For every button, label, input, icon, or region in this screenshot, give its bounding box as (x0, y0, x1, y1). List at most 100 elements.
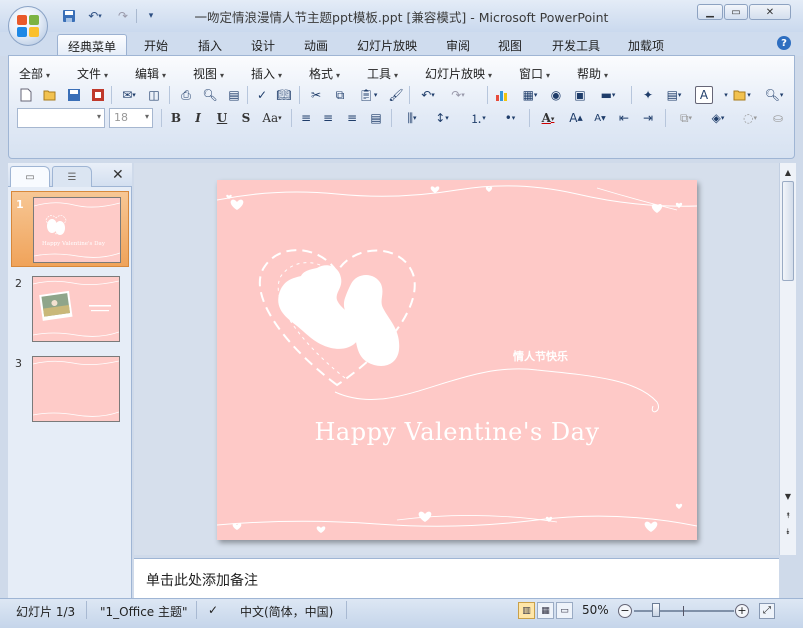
line-spacing-icon[interactable]: ↕ ▾ (429, 109, 455, 127)
font-size-combo[interactable]: 18 ▾ (109, 108, 153, 128)
underline-button[interactable]: U (213, 109, 231, 127)
copy-icon[interactable]: ⧉ (331, 86, 349, 104)
vertical-scrollbar[interactable]: ▲ ▼ ⯭ ⯯ (779, 163, 796, 555)
grow-font-icon[interactable]: A ▲ (567, 109, 585, 127)
language-indicator[interactable]: 中文(简体，中国) (240, 603, 333, 620)
tab-review[interactable]: 审阅 (436, 34, 480, 55)
maximize-button[interactable]: ▭ (724, 4, 748, 20)
slide-title[interactable]: Happy Valentine's Day (217, 418, 697, 446)
print-preview-icon[interactable]: 🔍︎ (201, 86, 219, 104)
menu-all[interactable]: 全部 ▾ (19, 65, 50, 82)
zoom-in-icon[interactable]: + (735, 604, 749, 618)
tab-developer[interactable]: 开发工具 (542, 34, 610, 55)
notes-pane[interactable]: 单击此处添加备注 (134, 558, 779, 598)
close-button[interactable]: ✕ (749, 4, 791, 20)
tab-slides[interactable]: ▭ (10, 166, 50, 187)
tab-design[interactable]: 设计 (241, 34, 285, 55)
change-case-button[interactable]: Aa ▾ (259, 109, 285, 127)
scroll-down-icon[interactable]: ▼ (781, 489, 795, 503)
columns-icon[interactable]: ⫼ ▾ (399, 109, 425, 127)
align-center-icon[interactable]: ≡ (319, 109, 337, 127)
office-button[interactable] (8, 6, 48, 46)
clip-art-icon[interactable]: ◉ (547, 86, 565, 104)
menu-format[interactable]: 格式 ▾ (309, 65, 340, 82)
fit-to-window-icon[interactable]: ⤢ (759, 603, 775, 619)
menu-slide-show[interactable]: 幻灯片放映 ▾ (425, 65, 492, 82)
font-name-combo[interactable]: ▾ (17, 108, 105, 128)
slide-sorter-icon[interactable]: ▦ (537, 602, 554, 619)
menu-edit[interactable]: 编辑 ▾ (135, 65, 166, 82)
menu-view[interactable]: 视图 ▾ (193, 65, 224, 82)
next-slide-icon[interactable]: ⯯ (781, 525, 795, 539)
tab-add-ins[interactable]: 加载项 (618, 34, 674, 55)
zoom-slider-thumb[interactable] (652, 603, 660, 617)
theme-name[interactable]: "1_Office 主题" (100, 603, 188, 620)
slide-thumbnail[interactable] (32, 356, 120, 422)
redo-icon[interactable]: ↷ ▾ (445, 86, 471, 104)
tab-outline[interactable]: ☰ (52, 166, 92, 187)
save-icon[interactable] (65, 86, 83, 104)
research-icon[interactable]: ◫ (145, 86, 163, 104)
folder-icon[interactable]: ▾ (729, 86, 755, 104)
print-icon[interactable]: ⎙ (177, 86, 195, 104)
shapes-icon[interactable]: ◈ ▾ (705, 109, 731, 127)
open-icon[interactable] (41, 86, 59, 104)
table-icon[interactable]: ▦ ▾ (517, 86, 543, 104)
scroll-up-icon[interactable]: ▲ (781, 165, 795, 179)
textbox-icon[interactable]: A (695, 86, 713, 104)
slide-show-icon[interactable]: ▭ (556, 602, 573, 619)
font-color-button[interactable]: A ▾ (535, 109, 561, 127)
numbering-icon[interactable]: ⒈ ▾ (465, 109, 491, 127)
research-book-icon[interactable]: 📖︎ (275, 86, 293, 104)
format-painter-icon[interactable]: 🖌︎ (387, 86, 405, 104)
menu-tools[interactable]: 工具 ▾ (367, 65, 398, 82)
spelling-icon[interactable]: ✓ (253, 86, 271, 104)
decrease-indent-icon[interactable]: ⇤ (615, 109, 633, 127)
arrange-icon[interactable]: ⧉ ▾ (673, 109, 699, 127)
page-setup-icon[interactable]: ▤ (225, 86, 243, 104)
zoom-slider-track[interactable] (634, 610, 734, 612)
zoom-level[interactable]: 50% (582, 603, 609, 617)
slide-thumbnail[interactable] (32, 276, 120, 342)
slide-canvas[interactable]: 情人节快乐 Happy Valentine's Day (217, 180, 697, 540)
minimize-button[interactable]: ▁ (697, 4, 723, 20)
tab-slide-show[interactable]: 幻灯片放映 (347, 34, 427, 55)
tab-animations[interactable]: 动画 (294, 34, 338, 55)
find-icon[interactable]: 🔍︎ ▾ (761, 86, 787, 104)
tab-view[interactable]: 视图 (488, 34, 532, 55)
align-left-icon[interactable]: ≡ (297, 109, 315, 127)
cut-icon[interactable]: ✂ (307, 86, 325, 104)
increase-indent-icon[interactable]: ⇥ (639, 109, 657, 127)
shadow-button[interactable]: S (237, 109, 255, 127)
slide-thumbnail[interactable]: Happy Valentine's Day (33, 197, 121, 263)
menu-window[interactable]: 窗口 ▾ (519, 65, 550, 82)
tab-home[interactable]: 开始 (134, 34, 178, 55)
new-icon[interactable] (17, 86, 35, 104)
paste-icon[interactable]: 📋︎ ▾ (355, 86, 381, 104)
spell-check-icon[interactable]: ✓ (208, 603, 218, 617)
picture-icon[interactable]: ▣ (571, 86, 589, 104)
scroll-thumb[interactable] (782, 181, 794, 281)
bold-button[interactable]: B (167, 109, 185, 127)
permission-icon[interactable] (89, 86, 107, 104)
notes-placeholder[interactable]: 单击此处添加备注 (146, 570, 258, 590)
shrink-font-icon[interactable]: A ▼ (591, 109, 609, 127)
previous-slide-icon[interactable]: ⯭ (781, 509, 795, 523)
slide-subtitle[interactable]: 情人节快乐 (513, 348, 568, 364)
menu-file[interactable]: 文件 ▾ (77, 65, 108, 82)
bullets-icon[interactable]: • ▾ (497, 109, 523, 127)
close-pane-icon[interactable]: ✕ (112, 167, 124, 183)
slide-thumb-row[interactable]: 2 (11, 271, 129, 347)
layout-icon[interactable]: ▤ ▾ (661, 86, 687, 104)
normal-view-icon[interactable]: ▥ (518, 602, 535, 619)
justify-icon[interactable]: ▤ (367, 109, 385, 127)
zoom-out-icon[interactable]: − (618, 604, 632, 618)
undo-icon[interactable]: ↶ ▾ (415, 86, 441, 104)
slide-thumb-row[interactable]: 1 Happy Valentine's Day (11, 191, 129, 267)
email-icon[interactable]: ✉ ▾ (117, 86, 141, 104)
menu-insert[interactable]: 插入 ▾ (251, 65, 282, 82)
italic-button[interactable]: I (189, 109, 207, 127)
tab-classic-menu[interactable]: 经典菜单 (57, 34, 128, 55)
quick-styles-icon[interactable]: ◌ ▾ (737, 109, 763, 127)
chart-icon[interactable] (493, 86, 511, 104)
